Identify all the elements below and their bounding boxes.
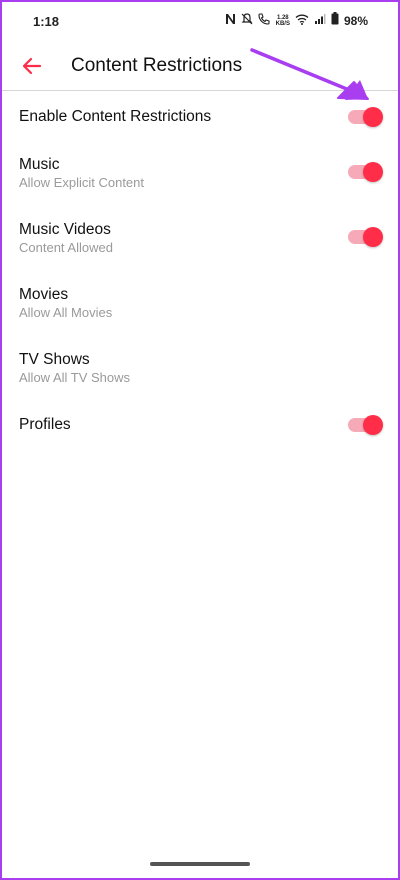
setting-title: Music: [19, 156, 60, 173]
arrow-left-icon: [20, 57, 44, 82]
toggle-knob: [363, 107, 383, 127]
setting-subtitle: Allow All Movies: [19, 305, 113, 320]
setting-row-tv-shows[interactable]: TV Shows Allow All TV Shows: [2, 347, 398, 405]
back-button[interactable]: [20, 54, 44, 78]
setting-title: Music Videos: [19, 221, 111, 238]
bell-off-icon: [241, 12, 253, 29]
music-toggle[interactable]: [348, 162, 383, 182]
battery-icon: [331, 12, 339, 29]
setting-subtitle: Content Allowed: [19, 240, 113, 255]
toggle-knob: [363, 415, 383, 435]
profiles-toggle[interactable]: [348, 415, 383, 435]
speed-unit: KB/S: [275, 20, 290, 27]
speed-value: 1.28: [276, 14, 289, 21]
nfc-icon: [225, 13, 236, 29]
toggle-knob: [363, 162, 383, 182]
setting-row-enable-content-restrictions[interactable]: Enable Content Restrictions: [2, 91, 398, 149]
setting-title: Profiles: [19, 416, 71, 433]
setting-row-movies[interactable]: Movies Allow All Movies: [2, 282, 398, 340]
wifi-call-icon: [258, 12, 271, 29]
home-indicator[interactable]: [150, 862, 250, 866]
status-time: 1:18: [33, 14, 60, 29]
setting-subtitle: Allow Explicit Content: [19, 175, 144, 190]
toggle-knob: [363, 227, 383, 247]
setting-subtitle: Allow All TV Shows: [19, 370, 131, 385]
setting-title: Enable Content Restrictions: [19, 108, 212, 125]
setting-title: Movies: [19, 286, 69, 303]
page-title: Content Restrictions: [71, 55, 243, 76]
app-header: Content Restrictions: [2, 46, 398, 90]
phone-screen: 1:18 1.28 KB/S 98% Content Restrictions …: [2, 2, 398, 878]
setting-row-music-videos[interactable]: Music Videos Content Allowed: [2, 217, 398, 275]
enable-content-restrictions-toggle[interactable]: [348, 107, 383, 127]
status-bar: 1:18 1.28 KB/S 98%: [2, 2, 398, 42]
network-speed: 1.28 KB/S: [276, 15, 290, 27]
setting-row-music[interactable]: Music Allow Explicit Content: [2, 152, 398, 210]
setting-row-profiles[interactable]: Profiles: [2, 405, 398, 463]
wifi-icon: [295, 13, 309, 29]
signal-icon: [314, 13, 326, 29]
setting-title: TV Shows: [19, 351, 90, 368]
battery-percent: 98%: [343, 13, 368, 28]
status-icons: 1.28 KB/S 98%: [225, 12, 368, 29]
music-videos-toggle[interactable]: [348, 227, 383, 247]
